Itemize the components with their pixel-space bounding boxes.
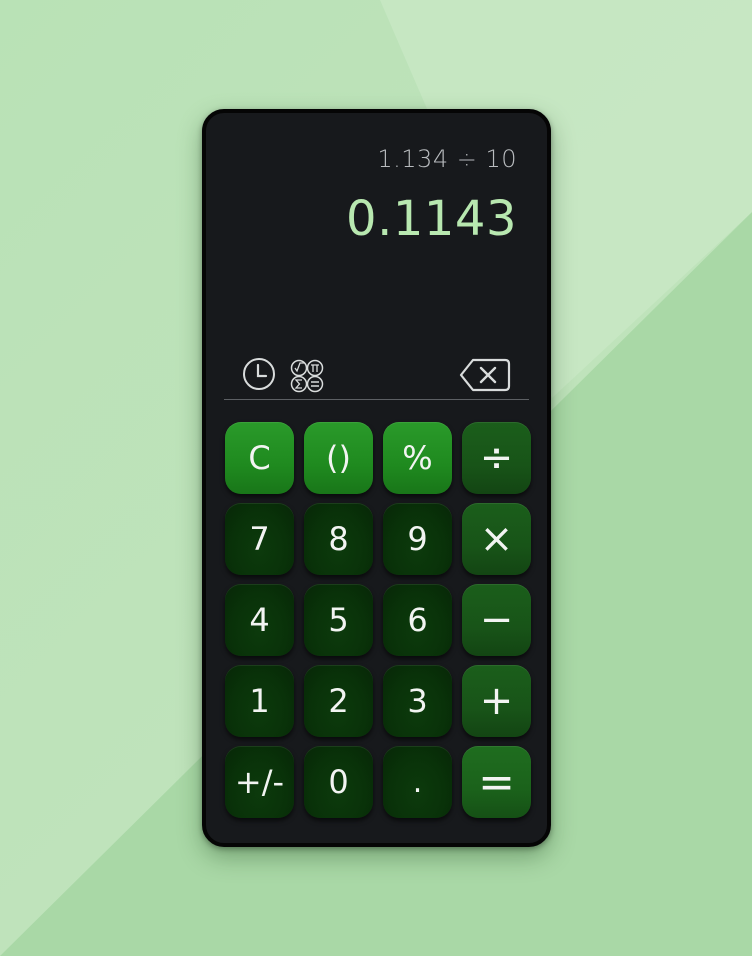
digit-6-button[interactable]: 6 xyxy=(383,584,452,656)
digit-0-button[interactable]: 0 xyxy=(304,746,373,818)
scientific-functions-icon[interactable] xyxy=(288,357,326,395)
minus-button[interactable]: − xyxy=(462,584,531,656)
backspace-icon[interactable] xyxy=(459,357,511,393)
digit-5-button[interactable]: 5 xyxy=(304,584,373,656)
negate-button[interactable]: +/- xyxy=(225,746,294,818)
digit-1-button[interactable]: 1 xyxy=(225,665,294,737)
parentheses-button[interactable]: () xyxy=(304,422,373,494)
expression-display: 1.134 ÷ 10 xyxy=(377,145,517,173)
digit-8-button[interactable]: 8 xyxy=(304,503,373,575)
display-divider xyxy=(224,399,529,400)
digit-7-button[interactable]: 7 xyxy=(225,503,294,575)
multiply-button[interactable]: × xyxy=(462,503,531,575)
equals-button[interactable]: = xyxy=(462,746,531,818)
calculator-device: 1.134 ÷ 10 0.1143 C () % ÷ 7 8 9 × 4 5 6… xyxy=(202,109,551,847)
result-display: 0.1143 xyxy=(346,191,517,247)
digit-9-button[interactable]: 9 xyxy=(383,503,452,575)
percent-button[interactable]: % xyxy=(383,422,452,494)
digit-3-button[interactable]: 3 xyxy=(383,665,452,737)
divide-button[interactable]: ÷ xyxy=(462,422,531,494)
digit-2-button[interactable]: 2 xyxy=(304,665,373,737)
plus-button[interactable]: + xyxy=(462,665,531,737)
decimal-button[interactable]: . xyxy=(383,746,452,818)
keypad: C () % ÷ 7 8 9 × 4 5 6 − 1 2 3 + +/- 0 .… xyxy=(225,422,531,818)
clear-button[interactable]: C xyxy=(225,422,294,494)
clock-icon[interactable] xyxy=(242,357,276,391)
digit-4-button[interactable]: 4 xyxy=(225,584,294,656)
